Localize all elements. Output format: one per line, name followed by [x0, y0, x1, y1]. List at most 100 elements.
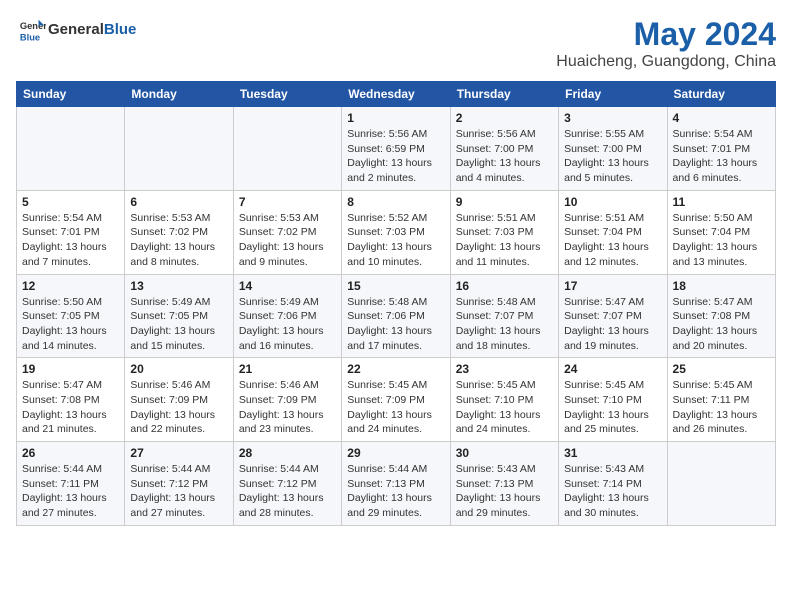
day-info: Sunrise: 5:53 AMSunset: 7:02 PMDaylight:…: [239, 211, 336, 270]
day-number: 11: [673, 195, 770, 209]
day-number: 13: [130, 279, 227, 293]
day-info: Sunrise: 5:48 AMSunset: 7:06 PMDaylight:…: [347, 295, 444, 354]
days-of-week-row: Sunday Monday Tuesday Wednesday Thursday…: [17, 82, 776, 107]
calendar-cell: 19Sunrise: 5:47 AMSunset: 7:08 PMDayligh…: [17, 358, 125, 442]
logo-blue-text: Blue: [104, 21, 137, 38]
calendar-cell: 9 Sunrise: 5:51 AMSunset: 7:03 PMDaylight…: [450, 190, 558, 274]
calendar-week-4: 19Sunrise: 5:47 AMSunset: 7:08 PMDayligh…: [17, 358, 776, 442]
calendar-cell: 25Sunrise: 5:45 AMSunset: 7:11 PMDayligh…: [667, 358, 775, 442]
calendar-cell: 11 Sunrise: 5:50 AMSunset: 7:04 PMDayligh…: [667, 190, 775, 274]
col-friday: Friday: [559, 82, 667, 107]
logo-general-text: General: [48, 21, 104, 38]
day-number: 26: [22, 446, 119, 460]
svg-text:General: General: [20, 21, 46, 31]
calendar-cell: 4 Sunrise: 5:54 AMSunset: 7:01 PMDaylight…: [667, 107, 775, 191]
calendar-cell: 24 Sunrise: 5:45 AMSunset: 7:10 PMDayligh…: [559, 358, 667, 442]
calendar-cell: 16 Sunrise: 5:48 AMSunset: 7:07 PMDayligh…: [450, 274, 558, 358]
day-number: 6: [130, 195, 227, 209]
day-info: Sunrise: 5:47 AMSunset: 7:07 PMDaylight:…: [564, 295, 661, 354]
day-number: 9: [456, 195, 553, 209]
calendar-cell: 29Sunrise: 5:44 AMSunset: 7:13 PMDayligh…: [342, 442, 450, 526]
logo-icon: General Blue: [18, 16, 46, 44]
calendar-cell: 7 Sunrise: 5:53 AMSunset: 7:02 PMDaylight…: [233, 190, 341, 274]
day-info: Sunrise: 5:48 AMSunset: 7:07 PMDaylight:…: [456, 295, 553, 354]
day-info: Sunrise: 5:55 AMSunset: 7:00 PMDaylight:…: [564, 127, 661, 186]
day-info: Sunrise: 5:44 AMSunset: 7:11 PMDaylight:…: [22, 462, 119, 521]
day-info: Sunrise: 5:45 AMSunset: 7:10 PMDaylight:…: [564, 378, 661, 437]
day-number: 20: [130, 362, 227, 376]
calendar-cell: [233, 107, 341, 191]
day-info: Sunrise: 5:46 AMSunset: 7:09 PMDaylight:…: [130, 378, 227, 437]
day-number: 2: [456, 111, 553, 125]
col-monday: Monday: [125, 82, 233, 107]
day-info: Sunrise: 5:43 AMSunset: 7:13 PMDaylight:…: [456, 462, 553, 521]
calendar-cell: 28 Sunrise: 5:44 AMSunset: 7:12 PMDayligh…: [233, 442, 341, 526]
col-sunday: Sunday: [17, 82, 125, 107]
day-info: Sunrise: 5:53 AMSunset: 7:02 PMDaylight:…: [130, 211, 227, 270]
title-block: May 2024 Huaicheng, Guangdong, China: [556, 16, 776, 71]
day-info: Sunrise: 5:46 AMSunset: 7:09 PMDaylight:…: [239, 378, 336, 437]
day-info: Sunrise: 5:45 AMSunset: 7:09 PMDaylight:…: [347, 378, 444, 437]
day-number: 30: [456, 446, 553, 460]
calendar-cell: 30 Sunrise: 5:43 AMSunset: 7:13 PMDayligh…: [450, 442, 558, 526]
calendar-cell: 27Sunrise: 5:44 AMSunset: 7:12 PMDayligh…: [125, 442, 233, 526]
day-info: Sunrise: 5:45 AMSunset: 7:10 PMDaylight:…: [456, 378, 553, 437]
col-wednesday: Wednesday: [342, 82, 450, 107]
day-number: 3: [564, 111, 661, 125]
day-info: Sunrise: 5:50 AMSunset: 7:04 PMDaylight:…: [673, 211, 770, 270]
calendar-cell: 31 Sunrise: 5:43 AMSunset: 7:14 PMDayligh…: [559, 442, 667, 526]
day-number: 15: [347, 279, 444, 293]
calendar-cell: 1 Sunrise: 5:56 AMSunset: 6:59 PMDaylight…: [342, 107, 450, 191]
page-header: General Blue GeneralBlue May 2024 Huaich…: [16, 16, 776, 71]
calendar-cell: 14 Sunrise: 5:49 AMSunset: 7:06 PMDayligh…: [233, 274, 341, 358]
day-info: Sunrise: 5:47 AMSunset: 7:08 PMDaylight:…: [673, 295, 770, 354]
col-tuesday: Tuesday: [233, 82, 341, 107]
calendar-cell: 23 Sunrise: 5:45 AMSunset: 7:10 PMDayligh…: [450, 358, 558, 442]
calendar-cell: 26 Sunrise: 5:44 AMSunset: 7:11 PMDayligh…: [17, 442, 125, 526]
day-info: Sunrise: 5:44 AMSunset: 7:12 PMDaylight:…: [239, 462, 336, 521]
day-number: 16: [456, 279, 553, 293]
calendar-cell: 22Sunrise: 5:45 AMSunset: 7:09 PMDayligh…: [342, 358, 450, 442]
day-number: 23: [456, 362, 553, 376]
svg-text:Blue: Blue: [20, 32, 40, 42]
day-number: 17: [564, 279, 661, 293]
calendar-cell: 5Sunrise: 5:54 AMSunset: 7:01 PMDaylight…: [17, 190, 125, 274]
day-number: 19: [22, 362, 119, 376]
day-info: Sunrise: 5:49 AMSunset: 7:05 PMDaylight:…: [130, 295, 227, 354]
day-info: Sunrise: 5:51 AMSunset: 7:03 PMDaylight:…: [456, 211, 553, 270]
calendar-cell: 13 Sunrise: 5:49 AMSunset: 7:05 PMDayligh…: [125, 274, 233, 358]
day-info: Sunrise: 5:43 AMSunset: 7:14 PMDaylight:…: [564, 462, 661, 521]
day-info: Sunrise: 5:50 AMSunset: 7:05 PMDaylight:…: [22, 295, 119, 354]
calendar-week-2: 5Sunrise: 5:54 AMSunset: 7:01 PMDaylight…: [17, 190, 776, 274]
day-number: 14: [239, 279, 336, 293]
calendar-table: Sunday Monday Tuesday Wednesday Thursday…: [16, 81, 776, 526]
day-number: 27: [130, 446, 227, 460]
calendar-cell: 17 Sunrise: 5:47 AMSunset: 7:07 PMDayligh…: [559, 274, 667, 358]
day-number: 7: [239, 195, 336, 209]
calendar-week-5: 26 Sunrise: 5:44 AMSunset: 7:11 PMDayligh…: [17, 442, 776, 526]
day-info: Sunrise: 5:56 AMSunset: 6:59 PMDaylight:…: [347, 127, 444, 186]
day-number: 29: [347, 446, 444, 460]
day-info: Sunrise: 5:54 AMSunset: 7:01 PMDaylight:…: [673, 127, 770, 186]
col-thursday: Thursday: [450, 82, 558, 107]
day-number: 1: [347, 111, 444, 125]
day-number: 4: [673, 111, 770, 125]
day-number: 28: [239, 446, 336, 460]
day-info: Sunrise: 5:45 AMSunset: 7:11 PMDaylight:…: [673, 378, 770, 437]
day-info: Sunrise: 5:49 AMSunset: 7:06 PMDaylight:…: [239, 295, 336, 354]
calendar-cell: 12 Sunrise: 5:50 AMSunset: 7:05 PMDayligh…: [17, 274, 125, 358]
calendar-week-3: 12 Sunrise: 5:50 AMSunset: 7:05 PMDayligh…: [17, 274, 776, 358]
calendar-cell: 3 Sunrise: 5:55 AMSunset: 7:00 PMDaylight…: [559, 107, 667, 191]
day-number: 31: [564, 446, 661, 460]
calendar-cell: 10Sunrise: 5:51 AMSunset: 7:04 PMDayligh…: [559, 190, 667, 274]
day-number: 12: [22, 279, 119, 293]
col-saturday: Saturday: [667, 82, 775, 107]
day-number: 5: [22, 195, 119, 209]
day-info: Sunrise: 5:51 AMSunset: 7:04 PMDaylight:…: [564, 211, 661, 270]
calendar-cell: [125, 107, 233, 191]
subtitle: Huaicheng, Guangdong, China: [556, 53, 776, 71]
calendar-body: 1 Sunrise: 5:56 AMSunset: 6:59 PMDaylight…: [17, 107, 776, 526]
calendar-week-1: 1 Sunrise: 5:56 AMSunset: 6:59 PMDaylight…: [17, 107, 776, 191]
day-number: 24: [564, 362, 661, 376]
logo: General Blue GeneralBlue: [16, 16, 136, 44]
